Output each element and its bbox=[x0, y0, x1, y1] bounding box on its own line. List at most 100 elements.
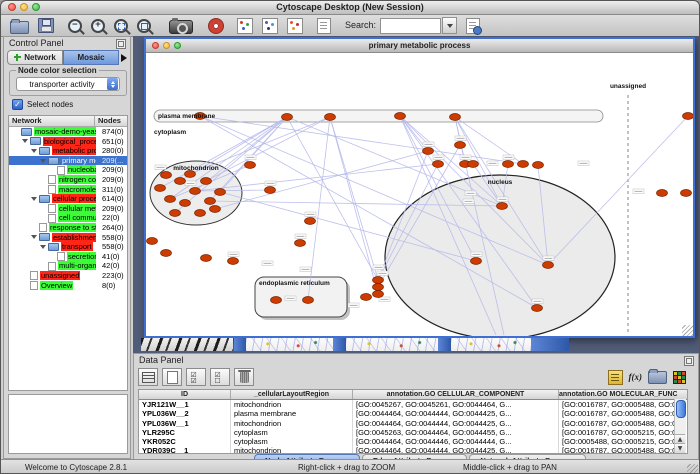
window-edge[interactable] bbox=[234, 338, 246, 351]
tree-row[interactable]: multi-organism pro42(0) bbox=[9, 261, 127, 271]
minimized-window-thumbnail[interactable] bbox=[141, 338, 233, 351]
network-window-titlebar[interactable]: primary metabolic process bbox=[146, 39, 693, 53]
delete-attribute-icon[interactable] bbox=[234, 368, 254, 386]
tree-row[interactable]: secretion41(0) bbox=[9, 252, 127, 262]
zoom-in-icon[interactable]: + bbox=[91, 17, 105, 35]
graph-node bbox=[282, 114, 293, 121]
table-row[interactable]: YKR052Ccytoplasm[GO:0044464, GO:0044446,… bbox=[139, 437, 687, 446]
scrollbar-thumb[interactable] bbox=[676, 400, 686, 418]
tree-row[interactable]: mosaic-demo-yeast874(0) bbox=[9, 127, 127, 137]
tree-row[interactable]: metabolic process280(0) bbox=[9, 146, 127, 156]
select-attributes-icon[interactable] bbox=[186, 368, 206, 386]
new-attribute-icon[interactable] bbox=[162, 368, 182, 386]
help-ring-icon[interactable] bbox=[209, 17, 223, 35]
minimized-window-thumbnail[interactable] bbox=[346, 338, 438, 351]
network-view-icon[interactable] bbox=[237, 17, 253, 35]
unselect-attributes-icon[interactable] bbox=[210, 368, 230, 386]
zoom-window-button[interactable] bbox=[32, 3, 40, 11]
network-canvas[interactable]: plasma membranecytoplasmmitochondrionnuc… bbox=[146, 53, 693, 336]
graph-node bbox=[303, 297, 314, 304]
table-cell: plasma membrane bbox=[231, 409, 353, 418]
expand-arrow-icon[interactable] bbox=[40, 159, 46, 163]
tree-column-network[interactable]: Network bbox=[9, 116, 95, 126]
minimized-window-thumbnail[interactable] bbox=[246, 338, 333, 351]
minimized-window-thumbnail[interactable] bbox=[451, 338, 531, 351]
float-panel-icon[interactable] bbox=[116, 39, 126, 49]
table-row[interactable]: YJR121W__1mitochondrion[GO:0045267, GO:0… bbox=[139, 400, 687, 409]
save-session-icon[interactable] bbox=[38, 17, 54, 35]
attribute-table-icon[interactable] bbox=[138, 368, 158, 386]
search-input[interactable] bbox=[380, 18, 441, 34]
zoom-network-button[interactable] bbox=[174, 42, 181, 49]
import-attributes-icon[interactable] bbox=[648, 371, 667, 384]
expand-arrow-icon[interactable] bbox=[31, 149, 37, 153]
graph-node bbox=[271, 297, 282, 304]
table-column-header[interactable]: _cellularLayoutRegion bbox=[231, 390, 353, 399]
node-color-dropdown[interactable]: transporter activity bbox=[16, 77, 120, 91]
window-edge[interactable] bbox=[531, 338, 569, 351]
window-resize-grip[interactable] bbox=[687, 464, 698, 474]
graph-node bbox=[455, 142, 466, 149]
expand-arrow-icon[interactable] bbox=[31, 197, 37, 201]
table-column-header[interactable]: annotation.GO MOLECULAR_FUNCTION bbox=[559, 390, 677, 399]
tree-row[interactable]: Overview8(0) bbox=[9, 281, 127, 291]
close-window-button[interactable] bbox=[8, 3, 16, 11]
folder-icon bbox=[48, 157, 59, 165]
birds-eye-view[interactable] bbox=[8, 394, 128, 454]
table-cell: [GO:0044464, GO:0044444, GO:0044425, G..… bbox=[353, 419, 559, 428]
tree-row[interactable]: cellular metabo209(0) bbox=[9, 204, 127, 214]
window-edge[interactable] bbox=[333, 338, 346, 351]
tree-row[interactable]: nitrogen compo209(0) bbox=[9, 175, 127, 185]
zoom-selected-icon[interactable] bbox=[114, 17, 128, 35]
function-builder-icon[interactable]: f(x) bbox=[629, 372, 643, 382]
tree-row[interactable]: primary metabolic process209(... bbox=[9, 156, 127, 166]
table-row[interactable]: YLR295Ccytoplasm[GO:0045263, GO:0044464,… bbox=[139, 428, 687, 437]
tab-overflow-arrow[interactable] bbox=[119, 50, 129, 65]
layout-red-icon[interactable] bbox=[287, 17, 303, 35]
tree-row[interactable]: establishment of lo558(0) bbox=[9, 233, 127, 243]
network-graph[interactable]: plasma membranecytoplasmmitochondrionnuc… bbox=[146, 53, 693, 336]
folder-icon bbox=[39, 195, 50, 203]
table-row[interactable]: YDR039C__1mitochondrion[GO:0044464, GO:0… bbox=[139, 446, 687, 454]
window-edge[interactable] bbox=[438, 338, 451, 351]
zoom-out-icon[interactable]: − bbox=[68, 17, 82, 35]
table-row[interactable]: YPL036W__1mitochondrion[GO:0044464, GO:0… bbox=[139, 419, 687, 428]
tree-row[interactable]: cell communicat22(0) bbox=[9, 213, 127, 223]
attribute-matrix-icon[interactable] bbox=[673, 371, 686, 384]
table-vertical-scrollbar[interactable]: ▲ ▼ bbox=[674, 399, 686, 453]
zoom-fit-icon[interactable] bbox=[137, 17, 151, 35]
layout-blue-icon[interactable] bbox=[262, 17, 278, 35]
expand-arrow-icon[interactable] bbox=[22, 139, 28, 143]
expand-arrow-icon[interactable] bbox=[40, 245, 46, 249]
tree-row[interactable]: macromolecule311(0) bbox=[9, 185, 127, 195]
close-network-button[interactable] bbox=[152, 42, 159, 49]
tree-row[interactable]: cellular process614(0) bbox=[9, 194, 127, 204]
tree-row[interactable]: nucleobase-209(0) bbox=[9, 165, 127, 175]
select-nodes-checkbox[interactable]: ✓ bbox=[12, 99, 23, 110]
tree-row-label: nitrogen compo bbox=[58, 175, 96, 184]
annotation-icon[interactable] bbox=[317, 17, 331, 35]
tree-row[interactable]: biological_process651(0) bbox=[9, 137, 127, 147]
table-row[interactable]: YPL036W__2plasma membrane[GO:0044464, GO… bbox=[139, 409, 687, 418]
graph-node bbox=[361, 294, 372, 301]
table-column-header[interactable]: ID bbox=[139, 390, 231, 399]
scroll-down-arrow[interactable]: ▼ bbox=[675, 443, 685, 453]
attribute-list-icon[interactable] bbox=[608, 370, 623, 385]
table-column-header[interactable]: annotation.GO CELLULAR_COMPONENT bbox=[353, 390, 559, 399]
minimize-network-button[interactable] bbox=[163, 42, 170, 49]
network-window-resize-grip[interactable] bbox=[682, 325, 693, 336]
search-dropdown-button[interactable] bbox=[442, 17, 457, 34]
tree-row-node-count: 651(0) bbox=[102, 137, 124, 147]
tab-mosaic[interactable]: Mosaic bbox=[63, 50, 119, 65]
tree-row[interactable]: response to stimulu264(0) bbox=[9, 223, 127, 233]
float-panel-icon[interactable] bbox=[684, 356, 694, 366]
expand-arrow-icon[interactable] bbox=[31, 235, 37, 239]
snapshot-camera-icon[interactable] bbox=[169, 17, 193, 35]
tree-row[interactable]: unassigned223(0) bbox=[9, 271, 127, 281]
tab-network[interactable]: Network bbox=[7, 50, 63, 65]
minimize-window-button[interactable] bbox=[20, 3, 28, 11]
open-session-icon[interactable] bbox=[10, 17, 29, 35]
tree-row[interactable]: transport558(0) bbox=[9, 242, 127, 252]
tree-column-nodes[interactable]: Nodes bbox=[95, 116, 127, 126]
preferences-icon[interactable] bbox=[466, 17, 480, 35]
